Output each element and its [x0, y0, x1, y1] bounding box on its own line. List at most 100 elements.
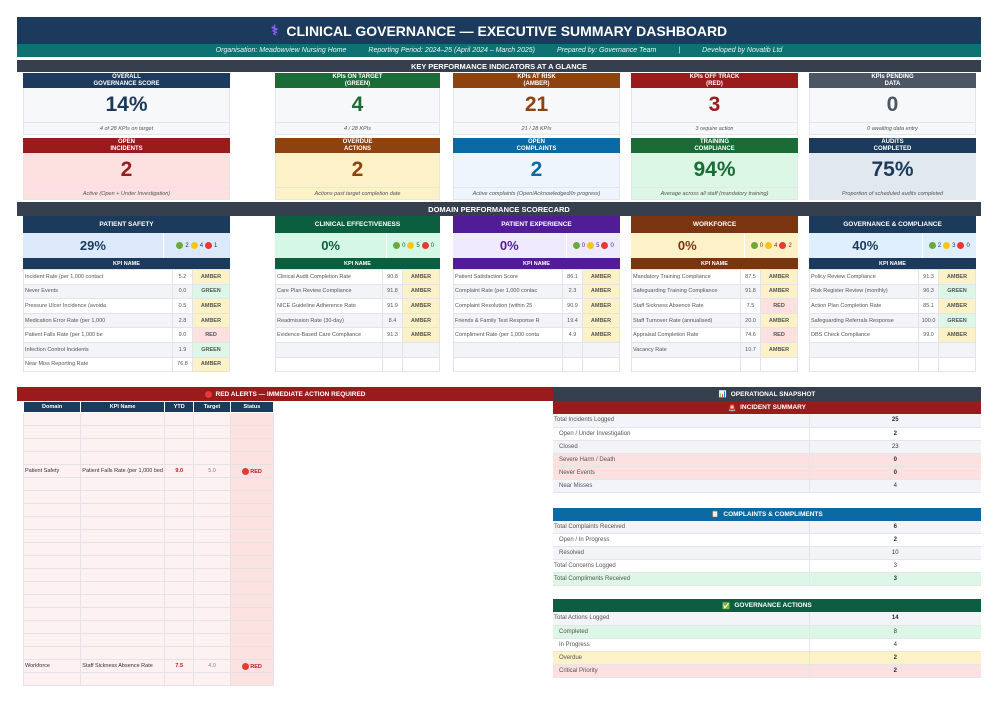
- kpi-card-label: TRAINING COMPLIANCE: [631, 138, 798, 153]
- alert-row: [22, 425, 275, 439]
- alert-status: [229, 477, 275, 491]
- kpi-card-value: 75%: [809, 153, 976, 187]
- metric-value: 8: [808, 625, 981, 639]
- kpi-value: [562, 341, 583, 358]
- kpi-card-label: OVERDUE ACTIONS: [275, 138, 440, 153]
- kpi-row: Compliment Rate (per 1,000 conta 4.9 AMBER: [453, 327, 620, 343]
- alert-kpi: [80, 529, 165, 543]
- kpi-value: 91.3: [918, 269, 939, 285]
- kpi-name: [809, 356, 919, 373]
- metric-value: 2: [808, 664, 981, 678]
- section-title: COMPLAINTS & COMPLIMENTS: [723, 510, 823, 518]
- metric-value: 4: [808, 638, 981, 652]
- alert-kpi: [80, 451, 165, 465]
- alert-kpi: [80, 672, 165, 686]
- green-circle-icon: [572, 242, 580, 249]
- kpi-card: OVERALL GOVERNANCE SCORE 14% 4 of 28 KPIs…: [23, 73, 230, 135]
- kpi-value: 4.9: [562, 327, 583, 343]
- kpi-name: Pressure Ulcer Incidence (avoida: [23, 298, 173, 314]
- alert-target: [193, 646, 231, 660]
- alert-ytd: [163, 516, 195, 530]
- metric-label: Total Compliments Received: [553, 572, 809, 586]
- alert-row: [22, 620, 275, 634]
- kpi-name: Never Events: [23, 283, 173, 300]
- kpi-card-value: 2: [453, 153, 620, 187]
- green-count: 0: [402, 242, 406, 249]
- alert-target: [193, 542, 231, 556]
- kpi-name: Patient Satisfaction Score: [453, 269, 563, 285]
- green-circle-icon: [176, 242, 184, 249]
- kpi-card-footnote: Active complaints (Open/Acknowledged/In …: [453, 187, 620, 200]
- alert-kpi: [80, 555, 165, 569]
- kpi-row: Safeguarding Referrals Response 100.0 GREE…: [809, 312, 976, 329]
- domain-card: GOVERNANCE & COMPLIANCE 40% 2 3 0 KPI NA…: [809, 216, 976, 373]
- kpi-row: [453, 356, 620, 373]
- alert-row: [22, 555, 275, 569]
- kpi-value: 91.8: [382, 283, 403, 300]
- kpi-value: 9.0: [172, 327, 193, 343]
- alert-row: [22, 529, 275, 543]
- alert-row: [22, 503, 275, 517]
- amber-count: 4: [774, 242, 778, 249]
- snapshot-row: Open / In Progress 2: [553, 533, 981, 547]
- kpi-row: Readmission Rate (30-day) 8.4 AMBER: [275, 312, 440, 329]
- metric-label: Total Complaints Received: [553, 520, 809, 534]
- kpi-row: Incident Rate (per 1,000 contact 5.2 AMBER: [23, 269, 230, 285]
- column-header: KPI Name: [80, 401, 165, 413]
- metric-label: Open / Under Investigation: [553, 427, 809, 441]
- green-circle-icon: [393, 242, 401, 249]
- kpi-card-footnote: Active (Open + Under Investigation): [23, 187, 230, 200]
- kpi-row: Mandatory Training Compliance 87.5 AMBER: [631, 269, 798, 285]
- alert-target: [193, 568, 231, 582]
- kpi-card-label: KPIs OFF TRACK (RED): [631, 73, 798, 88]
- kpi-name: Vacancy Rate: [631, 341, 741, 358]
- alert-kpi: [80, 503, 165, 517]
- kpi-name: Infection Control Incidents: [23, 341, 173, 358]
- kpi-row: DBS Check Compliance 99.0 AMBER: [809, 327, 976, 343]
- alert-kpi: [80, 425, 165, 439]
- alert-ytd: [163, 542, 195, 556]
- alert-domain: [22, 594, 82, 608]
- section-title: INCIDENT SUMMARY: [740, 404, 806, 411]
- snapshot-row: Near Misses 4: [553, 479, 981, 493]
- metric-label: In Progress: [553, 638, 809, 652]
- kpi-name-header: KPI NAME: [631, 258, 798, 269]
- alert-ytd: [163, 607, 195, 621]
- kpi-value: 7.5: [740, 298, 761, 314]
- domain-card: WORKFORCE 0% 0 4 2 KPI NAME Mandatory Tr…: [631, 216, 798, 373]
- kpi-status: AMBER: [402, 327, 440, 343]
- amber-count: 3: [952, 242, 956, 249]
- snapshot-row: Never Events 0: [553, 466, 981, 480]
- kpi-card-footnote: 0 awaiting data entry: [809, 122, 976, 135]
- green-count: 0: [581, 242, 586, 249]
- kpi-status: AMBER: [760, 341, 798, 358]
- kpi-name-header: KPI NAME: [809, 258, 976, 269]
- alert-ytd: [163, 568, 195, 582]
- green-circle-icon: [750, 242, 758, 249]
- alert-domain: [22, 672, 82, 686]
- kpi-value: 20.0: [740, 312, 761, 329]
- kpi-status: [938, 341, 976, 358]
- kpi-name: Mandatory Training Compliance: [631, 269, 741, 285]
- kpi-card-value: 2: [275, 153, 440, 187]
- kpi-card-value: 0: [809, 88, 976, 122]
- alert-status: [229, 607, 275, 621]
- red-circle-icon: [601, 242, 609, 249]
- kpi-name: Medication Error Rate (per 1,000: [23, 312, 173, 329]
- alert-kpi: [80, 490, 165, 504]
- alert-target: [193, 490, 231, 504]
- alert-status: [229, 529, 275, 543]
- kpi-name: DBS Check Compliance: [809, 327, 919, 343]
- domain-section-header: DOMAIN PERFORMANCE SCORECARD: [17, 202, 981, 216]
- kpi-name-header: KPI NAME: [453, 258, 620, 269]
- kpi-row: Patient Falls Rate (per 1,000 be 9.0 RED: [23, 327, 230, 343]
- snapshot-header: 📊 OPERATIONAL SNAPSHOT: [553, 387, 981, 401]
- kpi-name: Staff Turnover Rate (annualised): [631, 312, 741, 329]
- domain-card: PATIENT SAFETY 29% 2 4 1 KPI NAME Incide…: [23, 216, 230, 373]
- kpi-status: AMBER: [582, 269, 620, 285]
- kpi-row: [275, 356, 440, 373]
- metric-value: 2: [808, 651, 981, 665]
- kpi-row: Care Plan Review Compliance 91.8 AMBER: [275, 283, 440, 300]
- alert-kpi: [80, 412, 165, 426]
- organisation: Organisation: Meadowview Nursing Home: [215, 47, 347, 54]
